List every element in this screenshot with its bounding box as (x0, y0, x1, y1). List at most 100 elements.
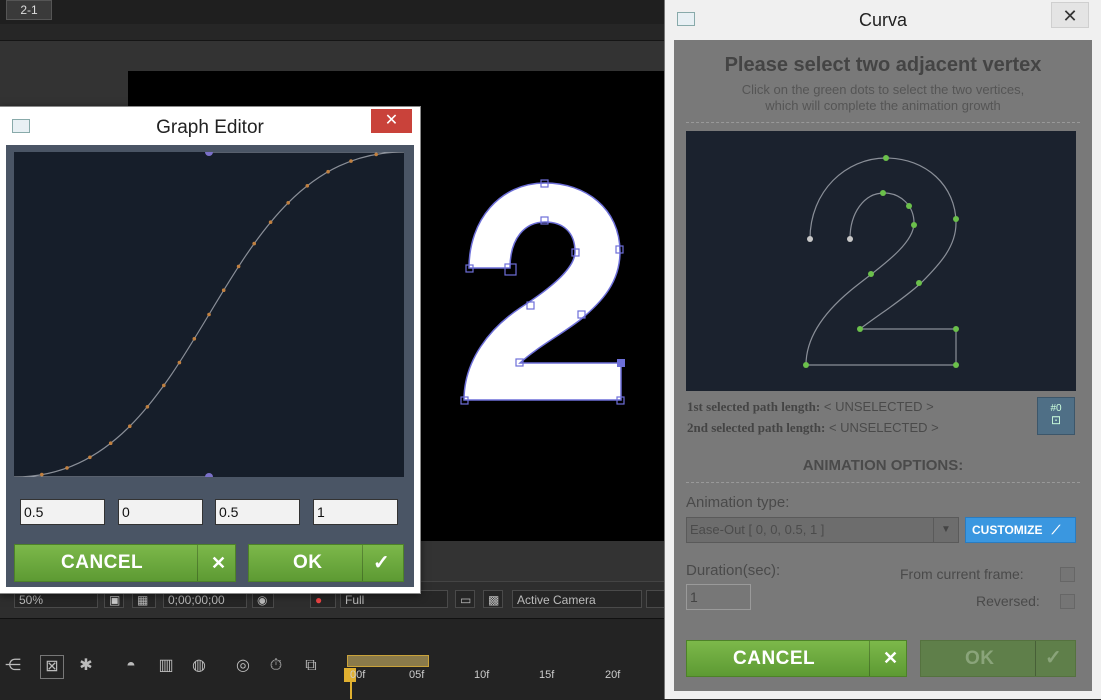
timeline-tick: 00f (350, 669, 366, 681)
bezier-y1-field[interactable] (118, 499, 203, 525)
draft-3d-icon[interactable]: ✱ (75, 655, 97, 677)
bezier-y2-field[interactable] (313, 499, 398, 525)
path-preview[interactable] (686, 131, 1076, 391)
selected-vertex-handle[interactable] (617, 359, 625, 367)
curve-sample-dot (286, 201, 291, 205)
region-of-interest-icon[interactable]: ▭ (455, 590, 475, 608)
vertex-dot[interactable] (916, 280, 922, 286)
graph-editor-icon[interactable]: ◎ (232, 655, 254, 677)
app-top-bar (0, 0, 665, 24)
path-endpoint-dot (807, 236, 813, 242)
curve-sample-dot (252, 241, 256, 246)
curve-sample-dot (40, 472, 44, 477)
button-separator (1035, 641, 1036, 676)
timeline-tick: 15f (539, 669, 555, 681)
check-icon: ✓ (1045, 647, 1062, 669)
curve-sample-dot (374, 152, 379, 157)
duration-input[interactable] (686, 584, 751, 610)
composition-tab[interactable]: 2-1 (6, 0, 52, 20)
instruction-line-1: Click on the green dots to select the tw… (741, 82, 1025, 97)
playhead-line (350, 680, 352, 699)
ok-button-label: OK (293, 552, 323, 573)
path-endpoint-dot (847, 236, 853, 242)
curve-sample-dot (236, 264, 241, 269)
shy-icon[interactable]: ◓ (120, 655, 142, 677)
curva-window: Curva ✕ Please select two adjacent verte… (665, 0, 1101, 699)
close-icon: ✕ (883, 648, 899, 668)
graph-editor-window: Graph Editor ✕ CANCEL ✕ OK ✓ (0, 107, 420, 593)
vertex-dot[interactable] (953, 362, 959, 368)
reversed-checkbox[interactable] (1060, 594, 1075, 609)
curve-sample-dot (65, 466, 69, 470)
cancel-button-label: CANCEL (61, 552, 144, 573)
curve-sample-dot (268, 220, 273, 224)
work-area-bar[interactable] (347, 655, 429, 667)
path-id-button[interactable]: #0 ⊡ (1037, 397, 1075, 435)
animation-type-value: Ease-Out [ 0, 0, 0.5, 1 ] (690, 522, 825, 537)
bezier-x2-field[interactable] (215, 499, 300, 525)
vertex-dot[interactable] (953, 216, 959, 222)
curve-sample-dot (162, 383, 166, 388)
checkerboard-icon[interactable]: ▩ (483, 590, 503, 608)
chart-toggle-icon[interactable]: ⧉ (300, 655, 322, 677)
animation-type-select[interactable]: Ease-Out [ 0, 0, 0.5, 1 ] ▼ (686, 517, 959, 543)
camera-dropdown[interactable]: Active Camera (512, 590, 642, 608)
ok-button-disabled[interactable]: OK ✓ (920, 640, 1076, 677)
viewer-header (0, 24, 665, 41)
curve-sample-dot (128, 424, 132, 429)
graph-editor-body: CANCEL ✕ OK ✓ (6, 145, 414, 587)
vertex-dot[interactable] (906, 203, 912, 209)
vertex-dot[interactable] (911, 222, 917, 228)
timeline-tick: 20f (605, 669, 621, 681)
bezier-x1-field[interactable] (20, 499, 105, 525)
ok-button[interactable]: OK ✓ (248, 544, 404, 582)
cancel-button[interactable]: CANCEL ✕ (14, 544, 236, 582)
curva-title: Curva (858, 10, 907, 30)
vertex-dot[interactable] (857, 326, 863, 332)
vertex-dot[interactable] (883, 155, 889, 161)
animation-options-heading: ANIMATION OPTIONS: (802, 457, 964, 474)
path1-info: 1st selected path length: < UNSELECTED > (687, 399, 934, 415)
vertex-dot[interactable] (953, 326, 959, 332)
flowchart-icon[interactable]: ⋲ (2, 655, 24, 677)
instruction-heading: Please select two adjacent vertex (724, 54, 1042, 76)
graph-editor-title-bar[interactable]: Graph Editor ✕ (0, 107, 420, 145)
curve-sample-dot (177, 360, 182, 365)
chevron-down-icon: ▼ (933, 518, 958, 542)
curve-sample-dot (326, 169, 330, 174)
timeline-panel (0, 618, 665, 700)
vertex-dot[interactable] (868, 271, 874, 277)
from-current-frame-checkbox[interactable] (1060, 567, 1075, 582)
instruction-text: Click on the green dots to select the tw… (694, 82, 1072, 114)
view-layout-dropdown[interactable] (646, 590, 665, 608)
curve-sample-dot (88, 455, 92, 460)
vertex-dot[interactable] (803, 362, 809, 368)
comp-mini-icon[interactable]: ⊠ (40, 655, 64, 679)
control-handle-2[interactable] (205, 148, 213, 156)
curve-sample-dot (207, 312, 211, 317)
path-outline (805, 157, 957, 366)
motion-blur-icon[interactable]: ◍ (188, 655, 210, 677)
control-handle-1[interactable] (205, 473, 213, 481)
curve-sample-dot (305, 184, 310, 188)
animation-type-label: Animation type: (686, 494, 790, 511)
curve-sample-dot (108, 441, 113, 446)
path2-label: 2nd selected path length: (687, 420, 826, 435)
shape-layer-two[interactable] (450, 170, 640, 415)
path1-label: 1st selected path length: (687, 399, 821, 414)
frame-blend-icon[interactable]: ▥ (155, 655, 177, 677)
reversed-label: Reversed: (976, 593, 1040, 609)
cancel-button[interactable]: CANCEL ✕ (686, 640, 907, 677)
curve-sample-dot (349, 159, 353, 163)
duration-label: Duration(sec): (686, 562, 781, 579)
bezier-graph[interactable] (13, 148, 405, 481)
digit-two-shape[interactable] (463, 182, 622, 401)
close-icon[interactable]: ✕ (371, 109, 412, 133)
button-separator (197, 545, 198, 581)
curve-sample-dot (145, 405, 150, 409)
ok-button-label: OK (965, 648, 995, 669)
customize-button[interactable]: CUSTOMIZE ⟋ (965, 517, 1076, 543)
stopwatch-icon[interactable]: ⏱ (265, 655, 287, 677)
vertex-dot[interactable] (880, 190, 886, 196)
close-icon[interactable]: ✕ (1051, 2, 1089, 28)
